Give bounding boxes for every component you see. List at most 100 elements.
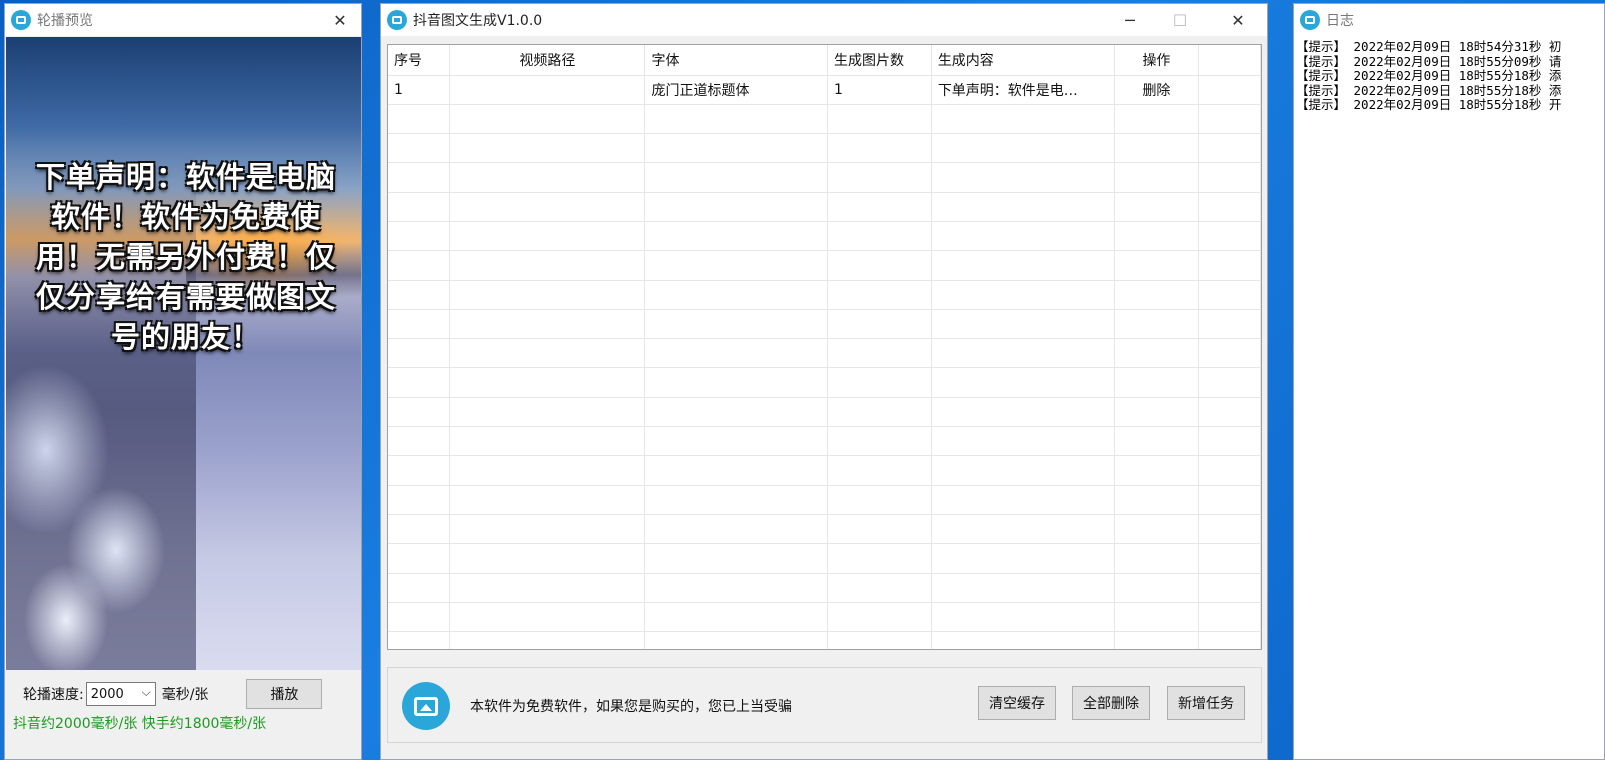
main-window-title: 抖音图文生成V1.0.0	[413, 13, 543, 29]
empty-cell	[1198, 397, 1261, 428]
empty-cell	[931, 367, 1115, 398]
empty-cell	[1198, 250, 1261, 281]
empty-cell	[388, 631, 451, 649]
empty-cell	[388, 221, 451, 252]
empty-cell	[1198, 514, 1261, 545]
table-row[interactable]: 1 庞门正道标题体 1 下单声明：软件是电… 删除	[388, 75, 1261, 105]
col-header-index[interactable]: 序号	[388, 45, 451, 76]
empty-row	[388, 602, 1261, 633]
empty-cell	[1114, 221, 1200, 252]
close-icon[interactable]: ✕	[1215, 4, 1261, 36]
empty-row	[388, 543, 1261, 574]
empty-cell	[449, 455, 646, 486]
empty-row	[388, 397, 1261, 428]
empty-cell	[827, 514, 932, 545]
empty-cell	[931, 631, 1115, 649]
close-icon[interactable]: ✕	[317, 4, 361, 36]
speed-select[interactable]: 2000 ⌵	[85, 682, 156, 706]
empty-cell	[644, 426, 828, 457]
add-task-button[interactable]: 新增任务	[1167, 686, 1245, 720]
empty-cell	[931, 309, 1115, 340]
col-header-count[interactable]: 生成图片数	[827, 45, 932, 76]
empty-cell	[644, 338, 828, 369]
speed-label: 轮播速度:	[23, 687, 84, 703]
empty-cell	[449, 309, 646, 340]
empty-row	[388, 221, 1261, 252]
empty-row	[388, 455, 1261, 486]
empty-cell	[449, 573, 646, 603]
log-line: 【提示】 2022年02月09日 18时55分18秒 添	[1296, 68, 1562, 83]
empty-cell	[931, 485, 1115, 515]
speed-value: 2000	[90, 686, 124, 702]
empty-cell	[1114, 338, 1200, 369]
empty-cell	[388, 455, 451, 486]
preview-window: 轮播预览 ✕ 下单声明：软件是电脑软件！软件为免费使用！无需另外付费！仅仅分享给…	[4, 3, 362, 760]
empty-cell	[388, 104, 451, 135]
empty-cell	[931, 104, 1115, 135]
speed-row: 轮播速度: 2000 ⌵ 毫秒/张 播放	[5, 676, 361, 712]
empty-cell	[827, 455, 932, 486]
empty-cell	[1114, 543, 1200, 574]
empty-cell	[388, 367, 451, 398]
empty-cell	[388, 250, 451, 281]
empty-cell	[388, 602, 451, 633]
empty-row	[388, 250, 1261, 281]
empty-cell	[388, 543, 451, 574]
empty-cell	[1114, 514, 1200, 545]
cell-font: 庞门正道标题体	[644, 75, 828, 105]
play-button[interactable]: 播放	[246, 679, 323, 709]
empty-cell	[931, 397, 1115, 428]
minimize-icon[interactable]: ─	[1107, 4, 1153, 36]
log-list[interactable]: 【提示】 2022年02月09日 18时54分31秒 初 【提示】 2022年0…	[1294, 39, 1604, 113]
chevron-down-icon[interactable]: ⌵	[142, 685, 151, 700]
empty-cell	[931, 543, 1115, 574]
empty-cell	[827, 631, 932, 649]
empty-cell	[827, 250, 932, 281]
empty-row	[388, 162, 1261, 193]
task-grid: 序号 视频路径 字体 生成图片数 生成内容 操作 1 庞门正道标题体 1 下单声…	[387, 44, 1262, 650]
empty-row	[388, 133, 1261, 164]
empty-cell	[449, 631, 646, 649]
cell-content: 下单声明：软件是电…	[931, 75, 1115, 105]
empty-cell	[1114, 162, 1200, 193]
cell-count: 1	[827, 75, 932, 105]
empty-cell	[931, 162, 1115, 193]
col-header-action[interactable]: 操作	[1114, 45, 1200, 76]
maximize-icon[interactable]: ☐	[1157, 4, 1203, 36]
preview-window-title: 轮播预览	[37, 13, 93, 29]
delete-all-button[interactable]: 全部删除	[1072, 686, 1150, 720]
empty-cell	[827, 397, 932, 428]
empty-cell	[1114, 631, 1200, 649]
free-software-notice: 本软件为免费软件，如果您是购买的，您已上当受骗	[470, 699, 792, 715]
empty-cell	[1114, 397, 1200, 428]
empty-cell	[388, 280, 451, 310]
col-header-content[interactable]: 生成内容	[931, 45, 1115, 76]
empty-cell	[931, 338, 1115, 369]
empty-cell	[1114, 250, 1200, 281]
empty-cell	[827, 221, 932, 252]
empty-cell	[388, 338, 451, 369]
empty-cell	[644, 192, 828, 222]
empty-cell	[388, 573, 451, 603]
delete-link[interactable]: 删除	[1114, 75, 1200, 105]
empty-cell	[1198, 367, 1261, 398]
empty-cell	[1114, 192, 1200, 222]
empty-cell	[931, 250, 1115, 281]
col-header-path[interactable]: 视频路径	[449, 45, 646, 76]
col-header-filler	[1198, 45, 1261, 76]
col-header-font[interactable]: 字体	[644, 45, 828, 76]
main-titlebar: 抖音图文生成V1.0.0 ─ ☐ ✕	[381, 4, 1267, 36]
main-window: 抖音图文生成V1.0.0 ─ ☐ ✕ 序号 视频路径 字体 生成图片数 生成内容…	[380, 3, 1268, 760]
image-gallery-icon	[402, 682, 450, 730]
empty-cell	[1198, 573, 1261, 603]
empty-cell	[827, 280, 932, 310]
empty-cell	[1198, 426, 1261, 457]
cell-path	[449, 75, 646, 105]
task-table: 序号 视频路径 字体 生成图片数 生成内容 操作 1 庞门正道标题体 1 下单声…	[388, 45, 1261, 649]
empty-row	[388, 309, 1261, 340]
empty-cell	[1114, 485, 1200, 515]
empty-cell	[1198, 104, 1261, 135]
empty-cell	[644, 543, 828, 574]
empty-cell	[1198, 455, 1261, 486]
clear-cache-button[interactable]: 清空缓存	[978, 686, 1056, 720]
